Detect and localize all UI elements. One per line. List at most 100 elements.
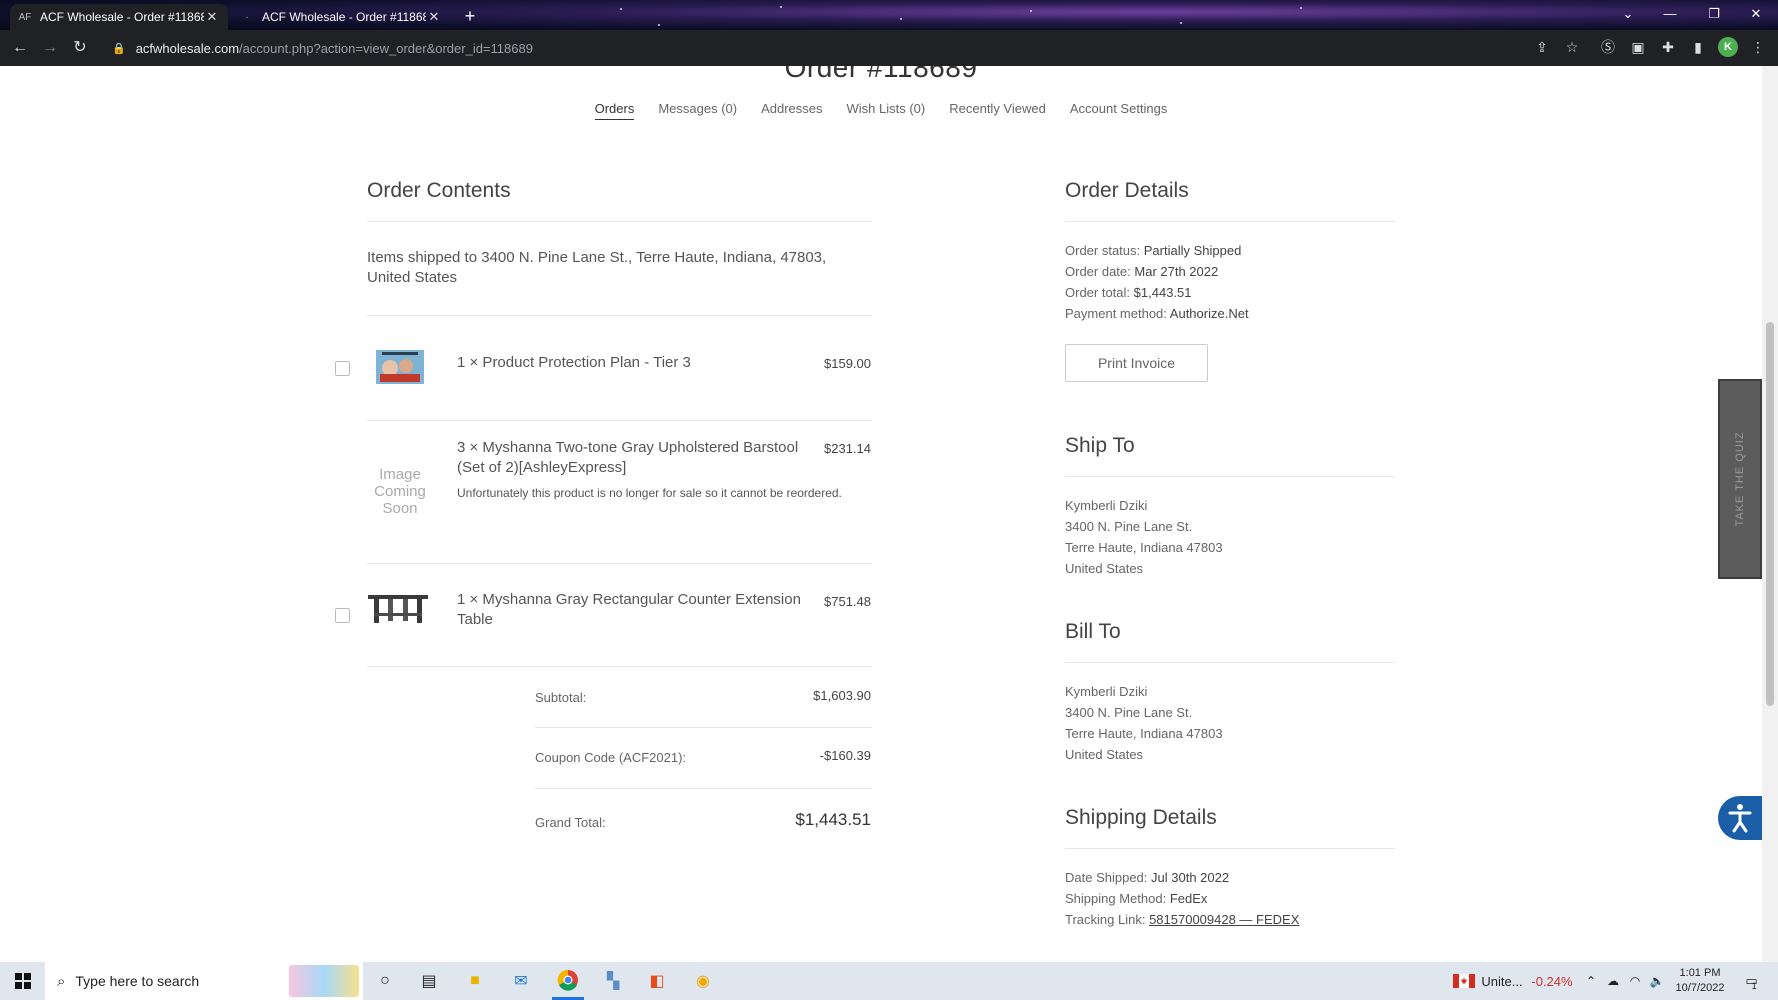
task-view-icon[interactable]: ▤ [414,962,444,1000]
close-window-icon[interactable]: ✕ [1734,0,1778,30]
file-explorer-icon[interactable]: ■ [460,962,490,1000]
coupon-label: Coupon Code (ACF2021): [535,750,687,765]
bookmark-star-icon[interactable]: ☆ [1562,37,1582,57]
nav-addresses[interactable]: Addresses [761,101,822,120]
shipping-details-title: Shipping Details [1065,806,1217,829]
divider [1065,476,1395,477]
search-icon: ⌕ [57,972,66,990]
profile-avatar[interactable]: K [1718,37,1738,57]
item-price: $159.00 [824,356,871,371]
back-icon[interactable]: ← [8,36,32,60]
wifi-icon[interactable]: ◠ [1626,962,1644,1000]
order-date-value: Mar 27th 2022 [1134,264,1219,279]
take-the-quiz-tab[interactable]: TAKE THE QUIZ [1718,379,1762,579]
extension-s-icon[interactable]: Ⓢ [1598,37,1618,57]
tab-title: ACF Wholesale - Order #118689 [40,10,204,24]
ship-to-country: United States [1065,561,1144,576]
browser-tab-strip: AF ACF Wholesale - Order #118689 ✕ · ACF… [0,0,1778,30]
order-details-title: Order Details [1065,179,1189,202]
subtotal-value: $1,603.90 [813,688,871,703]
browser-tab-1[interactable]: AF ACF Wholesale - Order #118689 ✕ [10,4,228,30]
app-circle-icon[interactable]: ◉ [688,962,718,1000]
app-icon[interactable]: ▚ [598,962,628,1000]
close-tab-icon[interactable]: ✕ [204,9,220,25]
restore-icon[interactable]: ❐ [1692,0,1736,30]
nav-orders[interactable]: Orders [594,101,635,120]
order-total-row: Order total: $1,443.51 [1065,283,1192,303]
volume-icon[interactable]: 🔈 [1648,962,1666,1000]
wallpaper-star [620,8,622,10]
taskbar-search-placeholder: Type here to search [75,973,200,989]
cloud-icon[interactable]: ☁ [1604,962,1622,1000]
product-thumbnail[interactable] [366,591,430,625]
coupon-value: -$160.39 [819,748,871,763]
item-checkbox[interactable] [335,608,350,623]
wallpaper-star [1300,7,1302,9]
item-checkbox[interactable] [335,361,350,376]
chevron-up-icon[interactable]: ⌃ [1584,962,1598,1000]
address-bar[interactable]: 🔒 acfwholesale.com/account.php?action=vi… [98,34,1558,62]
minimize-icon[interactable]: — [1648,0,1692,30]
payment-method-label: Payment method: [1065,306,1167,321]
canada-flag-icon [1452,962,1476,1000]
wallpaper-star [900,18,902,20]
office-icon[interactable]: ◧ [642,962,672,1000]
grand-total-value: $1,443.51 [795,810,871,829]
divider [367,221,872,222]
tab-title: ACF Wholesale - Order #118689 [262,10,426,24]
tracking-row: Tracking Link: 581570009428 — FEDEX [1065,910,1299,930]
forward-icon[interactable]: → [38,36,62,60]
lock-icon: 🔒 [112,42,126,55]
nav-messages[interactable]: Messages (0) [658,101,737,120]
browser-tab-2[interactable]: · ACF Wholesale - Order #118689 ✕ [232,4,450,30]
clock[interactable]: 1:01 PM 10/7/2022 [1672,962,1728,1000]
windows-start-icon[interactable] [6,962,40,1000]
page-content: Order #118689 Orders Messages (0) Addres… [0,66,1762,962]
close-tab-icon[interactable]: ✕ [426,9,442,25]
extension-square-icon[interactable]: ▣ [1628,37,1648,57]
ship-to-street: 3400 N. Pine Lane St. [1065,519,1193,534]
notification-center-icon[interactable]: ▭ 1 [1736,962,1766,1000]
nav-account-settings[interactable]: Account Settings [1070,101,1168,120]
scrollbar-thumb[interactable] [1766,322,1774,706]
tracking-link[interactable]: 581570009428 — FEDEX [1149,912,1299,927]
tab-favicon-icon: · [245,11,249,23]
shipping-method-value: FedEx [1169,891,1208,906]
wallpaper-star [658,24,660,26]
share-icon[interactable]: ⇪ [1532,37,1552,57]
nav-wish-lists[interactable]: Wish Lists (0) [847,101,926,120]
menu-kebab-icon[interactable]: ⋮ [1748,37,1768,57]
tab-favicon-icon: AF [18,11,32,23]
order-contents-title: Order Contents [367,179,511,202]
order-status-label: Order status: [1065,243,1141,258]
image-coming-soon-placeholder: Image Coming Soon [374,466,426,517]
order-status-value: Partially Shipped [1143,243,1242,258]
taskbar-search-box[interactable]: ⌕ Type here to search [45,962,363,1000]
ship-to-name: Kymberli Dziki [1065,498,1148,513]
side-panel-icon[interactable]: ▮ [1688,37,1708,57]
divider [535,727,872,728]
product-thumbnail[interactable] [372,346,428,388]
wallpaper-star [780,6,782,8]
cortana-icon[interactable]: ○ [370,962,400,1000]
shipped-to-text: Items shipped to 3400 N. Pine Lane St., … [367,249,827,286]
print-invoice-button[interactable]: Print Invoice [1065,344,1208,382]
notification-count: 1 [1751,981,1757,991]
mail-icon[interactable]: ✉ [506,962,536,1000]
divider [367,315,872,316]
stock-ticker-name[interactable]: Unite... [1481,962,1522,1000]
search-highlight-illustration [289,965,359,997]
new-tab-icon[interactable]: + [458,5,482,27]
item-description: 3 × Myshanna Two-tone Gray Upholstered B… [457,439,799,476]
ship-to-city: Terre Haute, Indiana 47803 [1065,540,1223,555]
date-shipped-label: Date Shipped: [1065,870,1148,885]
stock-ticker-change: -0.24% [1531,973,1573,989]
extensions-puzzle-icon[interactable]: ✚ [1658,37,1678,57]
order-total-label: Order total: [1065,285,1131,300]
wallpaper-star [1180,22,1182,24]
accessibility-button[interactable] [1718,796,1762,840]
reload-icon[interactable]: ↻ [68,36,92,60]
nav-recently-viewed[interactable]: Recently Viewed [949,101,1046,120]
tab-search-icon[interactable]: ⌄ [1606,0,1650,30]
chrome-icon[interactable] [552,962,584,1000]
